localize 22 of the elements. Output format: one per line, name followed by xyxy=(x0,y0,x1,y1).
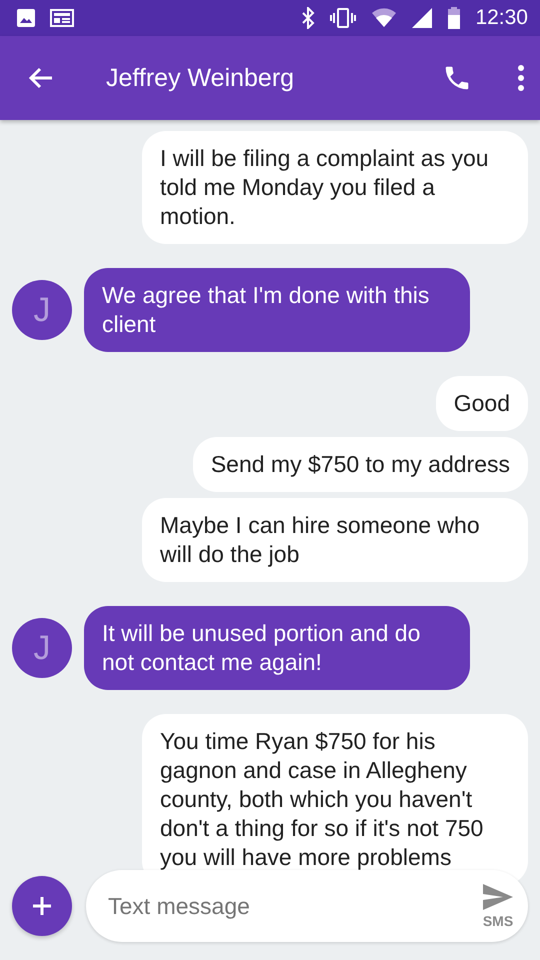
received-message: We agree that I'm done with this client xyxy=(84,268,470,352)
add-button[interactable] xyxy=(12,876,72,936)
sent-message: Good xyxy=(436,376,528,431)
battery-icon xyxy=(447,7,462,29)
status-time: 12:30 xyxy=(475,6,528,30)
newspaper-icon xyxy=(50,8,76,28)
vibrate-icon xyxy=(329,7,358,29)
contact-avatar: J xyxy=(12,618,72,678)
image-icon xyxy=(16,8,36,28)
sent-message: I will be filing a complaint as you told me Monday you filed a motion. xyxy=(142,131,528,244)
contact-avatar: J xyxy=(12,280,72,340)
plus-icon xyxy=(31,895,53,917)
sent-message: Maybe I can hire someone who will do the job xyxy=(142,498,528,582)
wifi-icon xyxy=(371,8,398,28)
more-options-icon[interactable] xyxy=(516,64,526,92)
signal-icon xyxy=(411,7,434,29)
sent-message: Send my $750 to my address xyxy=(192,437,528,492)
back-icon[interactable] xyxy=(28,66,54,90)
bluetooth-icon xyxy=(301,7,316,29)
contact-name: Jeffrey Weinberg xyxy=(106,64,296,92)
received-message: It will be unused portion and do not contact me again! xyxy=(84,606,470,690)
message-field[interactable]: Text message SMS xyxy=(86,870,528,942)
